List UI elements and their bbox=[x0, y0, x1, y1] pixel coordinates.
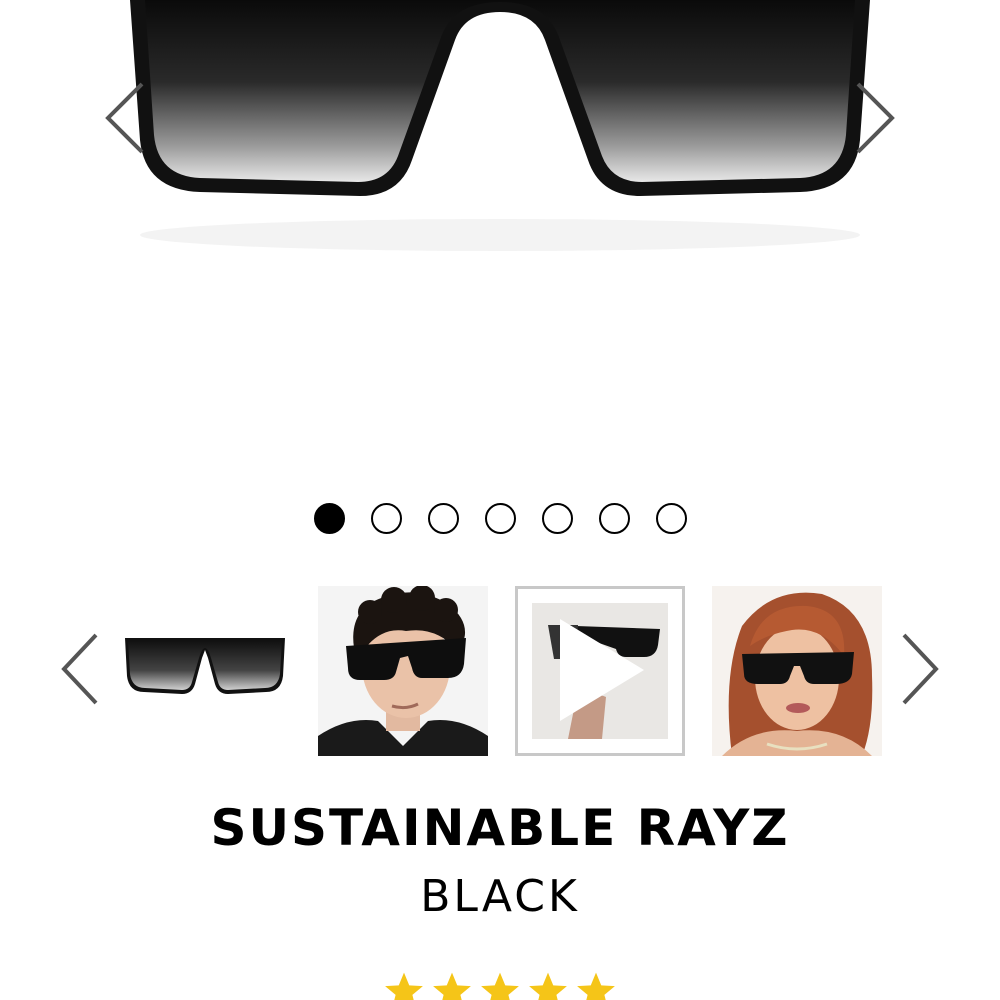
pagination-dot-7[interactable] bbox=[655, 502, 687, 534]
star-icon bbox=[433, 972, 471, 1000]
thumbnails-next-button[interactable] bbox=[898, 631, 942, 707]
thumbnail-video[interactable] bbox=[515, 586, 685, 756]
thumbnail-strip bbox=[0, 586, 1000, 756]
chevron-left-icon bbox=[105, 82, 144, 154]
product-title: SUSTAINABLE RAYZ bbox=[210, 799, 790, 857]
male-model-thumbnail-image bbox=[318, 586, 488, 756]
star-icon bbox=[481, 972, 519, 1000]
star-icon bbox=[577, 972, 615, 1000]
thumbnail-product[interactable] bbox=[120, 586, 290, 756]
pagination-dot-2[interactable] bbox=[370, 502, 402, 534]
star-icon bbox=[385, 972, 423, 1000]
product-color-label: BLACK bbox=[420, 871, 580, 922]
pagination-dot-5[interactable] bbox=[541, 502, 573, 534]
hero-prev-button[interactable] bbox=[100, 78, 150, 158]
chevron-left-icon bbox=[61, 633, 98, 705]
sunglasses-thumbnail-image bbox=[125, 638, 285, 694]
carousel-pagination bbox=[0, 498, 1000, 538]
product-page: SUSTAINABLE RAYZ BLACK bbox=[0, 0, 1000, 1000]
chevron-right-icon bbox=[902, 633, 939, 705]
product-hero-carousel bbox=[0, 0, 1000, 480]
hero-next-button[interactable] bbox=[850, 78, 900, 158]
pagination-dot-1[interactable] bbox=[313, 502, 345, 534]
pagination-dot-4[interactable] bbox=[484, 502, 516, 534]
product-rating[interactable] bbox=[0, 970, 1000, 1000]
thumbnail-model-male[interactable] bbox=[318, 586, 488, 756]
pagination-dot-6[interactable] bbox=[598, 502, 630, 534]
pagination-dot-3[interactable] bbox=[427, 502, 459, 534]
female-model-thumbnail-image bbox=[712, 586, 882, 756]
star-icon bbox=[529, 972, 567, 1000]
product-hero-image bbox=[130, 0, 870, 251]
chevron-right-icon bbox=[856, 82, 895, 154]
play-icon bbox=[560, 619, 644, 721]
thumbnails-prev-button[interactable] bbox=[58, 631, 102, 707]
thumbnail-model-female[interactable] bbox=[712, 586, 882, 756]
